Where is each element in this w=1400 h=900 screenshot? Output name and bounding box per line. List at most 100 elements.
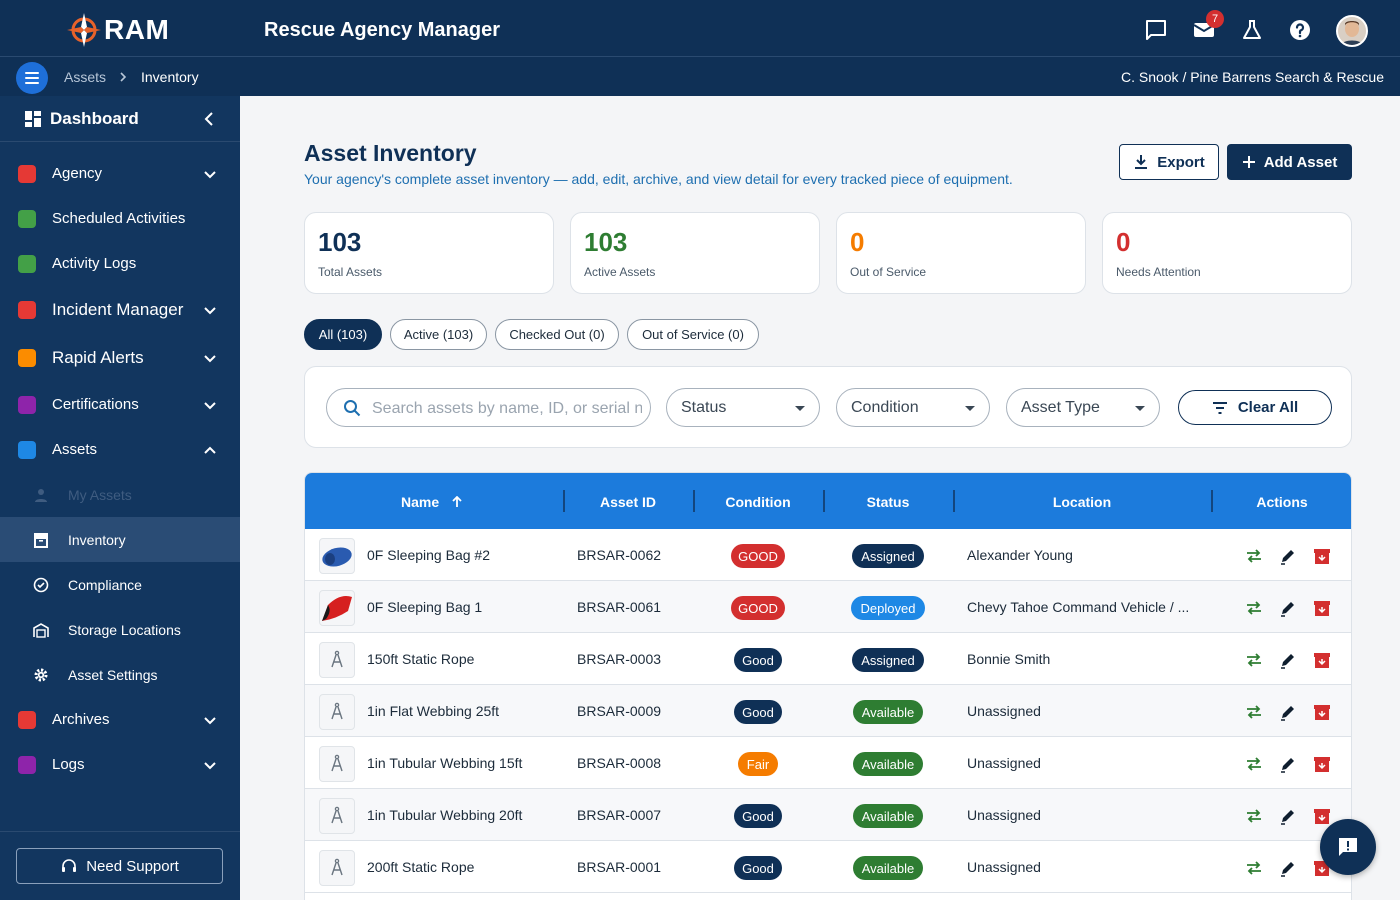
user-photo-icon — [1338, 17, 1366, 45]
transfer-arrows-icon[interactable] — [1245, 547, 1263, 565]
asset-id: BRSAR-0061 — [577, 599, 662, 615]
filter-pill-out-of-service[interactable]: Out of Service (0) — [627, 319, 759, 350]
search-input[interactable]: Search assets by name, ID, or serial n — [326, 388, 651, 427]
sidebar-dashboard[interactable]: Dashboard — [0, 96, 240, 142]
asset-type-select[interactable]: Asset Type — [1006, 388, 1160, 427]
transfer-arrows-icon[interactable] — [1245, 599, 1263, 617]
need-support-button[interactable]: Need Support — [16, 848, 223, 884]
sidebar-item-assets[interactable]: Assets — [0, 427, 240, 472]
sidebar-item-scheduled-activities[interactable]: Scheduled Activities — [0, 196, 240, 241]
filter-pill-checked-out[interactable]: Checked Out (0) — [495, 319, 619, 350]
collapse-chevron-left-icon[interactable] — [202, 111, 218, 127]
transfer-arrows-icon[interactable] — [1245, 859, 1263, 877]
sidebar-item-agency[interactable]: Agency — [0, 151, 240, 196]
app-title: Rescue Agency Manager — [264, 19, 501, 41]
asset-name[interactable]: 1in Tubular Webbing 20ft — [367, 807, 522, 823]
transfer-arrows-icon[interactable] — [1245, 651, 1263, 669]
sidebar-item-label: Storage Locations — [68, 621, 181, 638]
sidebar-item-logs[interactable]: Logs — [0, 742, 240, 787]
user-avatar[interactable] — [1336, 15, 1368, 47]
clear-all-label: Clear All — [1237, 399, 1299, 416]
column-header-name[interactable]: Name — [401, 494, 463, 510]
sidebar-item-incident-manager[interactable]: Incident Manager — [0, 287, 240, 332]
status-select[interactable]: Status — [666, 388, 820, 427]
asset-name[interactable]: 150ft Static Rope — [367, 651, 474, 667]
edit-pencil-icon[interactable] — [1279, 651, 1297, 669]
page-subtitle: Your agency's complete asset inventory —… — [304, 171, 1013, 187]
asset-name[interactable]: 0F Sleeping Bag 1 — [367, 599, 482, 615]
shield-icon — [18, 164, 36, 183]
condition-chip: Good — [734, 856, 782, 880]
archive-box-icon[interactable] — [1313, 703, 1331, 721]
asset-location: Chevy Tahoe Command Vehicle / ... — [967, 599, 1190, 615]
asset-thumbnail — [319, 694, 355, 730]
menu-button[interactable] — [16, 62, 48, 94]
chat-icon[interactable] — [1144, 18, 1168, 42]
assets-icon — [18, 440, 36, 459]
clear-all-button[interactable]: Clear All — [1178, 390, 1332, 425]
breadcrumb-assets[interactable]: Assets — [64, 69, 106, 85]
calendar-icon — [18, 209, 36, 228]
sidebar-item-compliance[interactable]: Compliance — [0, 562, 240, 607]
asset-name[interactable]: 200ft Static Rope — [367, 859, 474, 875]
asset-id: BRSAR-0001 — [577, 859, 662, 875]
archive-box-icon[interactable] — [1313, 755, 1331, 773]
archive-box-icon[interactable] — [1313, 807, 1331, 825]
asset-name[interactable]: 1in Tubular Webbing 15ft — [367, 755, 522, 771]
asset-name[interactable]: 0F Sleeping Bag #2 — [367, 547, 490, 563]
transfer-arrows-icon[interactable] — [1245, 703, 1263, 721]
sidebar-item-storage-locations[interactable]: Storage Locations — [0, 607, 240, 652]
top-bar: RAM Rescue Agency Manager 7 — [0, 0, 1400, 57]
sidebar-item-my-assets[interactable]: My Assets — [0, 472, 240, 517]
edit-pencil-icon[interactable] — [1279, 807, 1297, 825]
gear-icon — [34, 668, 48, 681]
column-header-status[interactable]: Status — [823, 494, 953, 510]
table-row[interactable]: 0F Sleeping Bag #2 BRSAR-0062 GOOD Assigned… — [305, 529, 1351, 581]
user-organization: C. Snook / Pine Barrens Search & Rescue — [1120, 69, 1384, 85]
archive-box-icon[interactable] — [1313, 547, 1331, 565]
table-row[interactable]: 1in Tubular Webbing 15ft BRSAR-0008 Fair Av… — [305, 737, 1351, 789]
ram-logo[interactable]: RAM — [66, 12, 169, 48]
lab-flask-icon[interactable] — [1240, 18, 1264, 42]
sidebar-item-label: My Assets — [68, 486, 132, 503]
table-row[interactable]: 0F Sleeping Bag 1 BRSAR-0061 GOOD Deployed C… — [305, 581, 1351, 633]
column-header-location[interactable]: Location — [953, 494, 1211, 510]
sidebar-item-asset-settings[interactable]: Asset Settings — [0, 652, 240, 697]
add-asset-button[interactable]: Add Asset — [1227, 144, 1352, 180]
transfer-arrows-icon[interactable] — [1245, 755, 1263, 773]
headset-icon — [62, 859, 77, 872]
help-icon[interactable] — [1288, 18, 1312, 42]
sidebar-item-inventory[interactable]: Inventory — [0, 517, 240, 562]
table-row[interactable]: 1in Tubular Webbing 20ft BRSAR-0007 Good Av… — [305, 789, 1351, 841]
condition-chip: Good — [734, 700, 782, 724]
archive-box-icon[interactable] — [1313, 599, 1331, 617]
sidebar-item-rapid-alerts[interactable]: Rapid Alerts — [0, 335, 240, 380]
condition-chip: Fair — [738, 752, 778, 776]
condition-select[interactable]: Condition — [836, 388, 990, 427]
sidebar-item-certifications[interactable]: Certifications — [0, 382, 240, 427]
column-header-condition[interactable]: Condition — [693, 494, 823, 510]
edit-pencil-icon[interactable] — [1279, 547, 1297, 565]
edit-pencil-icon[interactable] — [1279, 703, 1297, 721]
status-chip: Available — [853, 700, 923, 724]
status-chip: Deployed — [851, 596, 925, 620]
asset-thumbnail — [319, 850, 355, 886]
asset-name[interactable]: 1in Flat Webbing 25ft — [367, 703, 499, 719]
filter-pill-active[interactable]: Active (103) — [390, 319, 487, 350]
edit-pencil-icon[interactable] — [1279, 859, 1297, 877]
table-row[interactable]: 150ft Static Rope BRSAR-0003 Good Assigned B… — [305, 633, 1351, 685]
archive-box-icon[interactable] — [1313, 651, 1331, 669]
chat-fab-button[interactable] — [1320, 819, 1376, 875]
filter-pill-all[interactable]: All (103) — [304, 319, 382, 350]
export-button[interactable]: Export — [1119, 144, 1219, 180]
sidebar-item-archives[interactable]: Archives — [0, 697, 240, 742]
edit-pencil-icon[interactable] — [1279, 599, 1297, 617]
mail-button[interactable]: 7 — [1192, 10, 1224, 42]
column-header-asset-id[interactable]: Asset ID — [563, 494, 693, 510]
edit-pencil-icon[interactable] — [1279, 755, 1297, 773]
sidebar-item-activity-logs[interactable]: Activity Logs — [0, 241, 240, 286]
table-row[interactable]: 200ft Static Rope BRSAR-0001 Good Available… — [305, 841, 1351, 893]
table-header: Name Asset ID Condition Status Location … — [305, 473, 1351, 529]
transfer-arrows-icon[interactable] — [1245, 807, 1263, 825]
table-row[interactable]: 1in Flat Webbing 25ft BRSAR-0009 Good Avail… — [305, 685, 1351, 737]
